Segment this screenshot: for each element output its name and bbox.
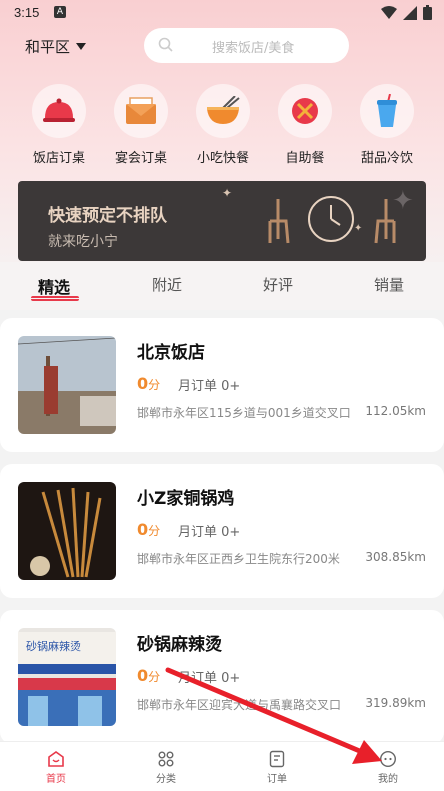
fork-spoon-icon bbox=[278, 84, 332, 138]
restaurant-distance: 319.89km bbox=[365, 696, 426, 710]
restaurant-distance: 112.05km bbox=[365, 404, 426, 418]
restaurant-score: 0分 bbox=[137, 666, 161, 685]
restaurant-score: 0分 bbox=[137, 374, 161, 393]
profile-icon bbox=[379, 750, 397, 768]
search-icon bbox=[158, 37, 173, 52]
location-selector[interactable]: 和平区 bbox=[25, 36, 87, 57]
restaurant-distance: 308.85km bbox=[365, 550, 426, 564]
nav-profile-label: 我的 bbox=[378, 774, 398, 785]
category-label: 小吃快餐 bbox=[196, 151, 249, 166]
tab-featured[interactable]: 精选 bbox=[38, 274, 70, 298]
monthly-orders: 月订单 0+ bbox=[178, 525, 241, 540]
category-banquet-booking[interactable]: 宴会订桌 bbox=[99, 84, 183, 166]
restaurant-photo: 砂锅麻辣烫 bbox=[18, 628, 116, 726]
status-time: 3:15 bbox=[14, 5, 40, 20]
drink-cup-icon bbox=[360, 84, 414, 138]
signal-icon bbox=[403, 5, 417, 20]
restaurant-score: 0分 bbox=[137, 520, 161, 539]
caret-down-icon bbox=[76, 43, 87, 50]
restaurant-name: 小Z家铜锅鸡 bbox=[137, 489, 235, 509]
nav-home[interactable]: 首页 bbox=[26, 748, 86, 785]
restaurant-name: 砂锅麻辣烫 bbox=[137, 635, 222, 655]
filter-tabs: 精选 附近 好评 销量 bbox=[0, 262, 444, 310]
nav-home-label: 首页 bbox=[46, 774, 66, 785]
search-input[interactable]: 搜索饭店/美食 bbox=[144, 28, 349, 63]
restaurant-card[interactable]: 砂锅麻辣烫 砂锅麻辣烫 0分 月订单 0+ 邯郸市永年区迎宾大道与禹襄路交叉口 … bbox=[0, 610, 444, 744]
category-row: 饭店订桌 宴会订桌 小吃快餐 自助餐 甜品冷饮 bbox=[0, 84, 444, 169]
category-restaurant-booking[interactable]: 饭店订桌 bbox=[17, 84, 101, 166]
bowl-icon bbox=[196, 84, 250, 138]
status-icons bbox=[381, 5, 432, 20]
category-label: 饭店订桌 bbox=[32, 151, 85, 166]
restaurant-photo bbox=[18, 482, 116, 580]
banner-title: 快速预定不排队 bbox=[48, 206, 167, 226]
tab-top-rated[interactable]: 好评 bbox=[263, 274, 293, 295]
status-bar: 3:15 A bbox=[0, 0, 444, 24]
restaurant-name: 北京饭店 bbox=[137, 343, 205, 363]
sim-icon: A bbox=[54, 6, 66, 18]
nav-categories[interactable]: 分类 bbox=[136, 748, 196, 785]
svg-text:✦: ✦ bbox=[392, 186, 414, 216]
restaurant-address: 邯郸市永年区迎宾大道与禹襄路交叉口 bbox=[137, 698, 342, 712]
tab-sales[interactable]: 销量 bbox=[374, 274, 404, 295]
monthly-orders: 月订单 0+ bbox=[178, 379, 241, 394]
restaurant-photo bbox=[18, 336, 116, 434]
category-dessert-drinks[interactable]: 甜品冷饮 bbox=[345, 84, 429, 166]
restaurant-address: 邯郸市永年区115乡道与001乡道交叉口 bbox=[137, 406, 351, 420]
nav-orders-label: 订单 bbox=[267, 774, 287, 785]
nav-categories-label: 分类 bbox=[156, 774, 176, 785]
location-label: 和平区 bbox=[25, 38, 71, 56]
promo-banner[interactable]: 快速预定不排队 就来吃小宁 ✦ ✦ ✦ bbox=[18, 181, 426, 261]
category-buffet[interactable]: 自助餐 bbox=[263, 84, 347, 166]
restaurant-card[interactable]: 小Z家铜锅鸡 0分 月订单 0+ 邯郸市永年区正西乡卫生院东行200米 308.… bbox=[0, 464, 444, 598]
monthly-orders: 月订单 0+ bbox=[178, 671, 241, 686]
nav-orders[interactable]: 订单 bbox=[247, 748, 307, 785]
tab-nearby[interactable]: 附近 bbox=[152, 274, 182, 295]
banner-illustration: ✦ ✦ ✦ bbox=[222, 186, 414, 244]
grid-icon bbox=[158, 751, 174, 767]
bottom-nav: 首页 分类 订单 我的 bbox=[0, 741, 444, 791]
svg-text:✦: ✦ bbox=[222, 186, 232, 200]
category-label: 自助餐 bbox=[285, 151, 325, 166]
search-placeholder: 搜索饭店/美食 bbox=[212, 41, 295, 56]
category-label: 甜品冷饮 bbox=[360, 151, 413, 166]
category-snack-fastfood[interactable]: 小吃快餐 bbox=[181, 84, 265, 166]
cloche-icon bbox=[32, 84, 86, 138]
nav-profile[interactable]: 我的 bbox=[358, 748, 418, 785]
category-label: 宴会订桌 bbox=[114, 151, 167, 166]
banner-subtitle: 就来吃小宁 bbox=[48, 234, 118, 250]
wifi-icon bbox=[381, 5, 397, 19]
restaurant-card[interactable]: 北京饭店 0分 月订单 0+ 邯郸市永年区115乡道与001乡道交叉口 112.… bbox=[0, 318, 444, 452]
restaurant-address: 邯郸市永年区正西乡卫生院东行200米 bbox=[137, 552, 340, 566]
battery-icon bbox=[423, 5, 432, 20]
shop-sign-text: 砂锅麻辣烫 bbox=[26, 640, 81, 653]
invitation-icon bbox=[114, 84, 168, 138]
svg-text:✦: ✦ bbox=[354, 223, 362, 234]
active-tab-indicator bbox=[31, 296, 79, 301]
order-icon bbox=[269, 750, 285, 768]
home-icon bbox=[48, 751, 64, 767]
